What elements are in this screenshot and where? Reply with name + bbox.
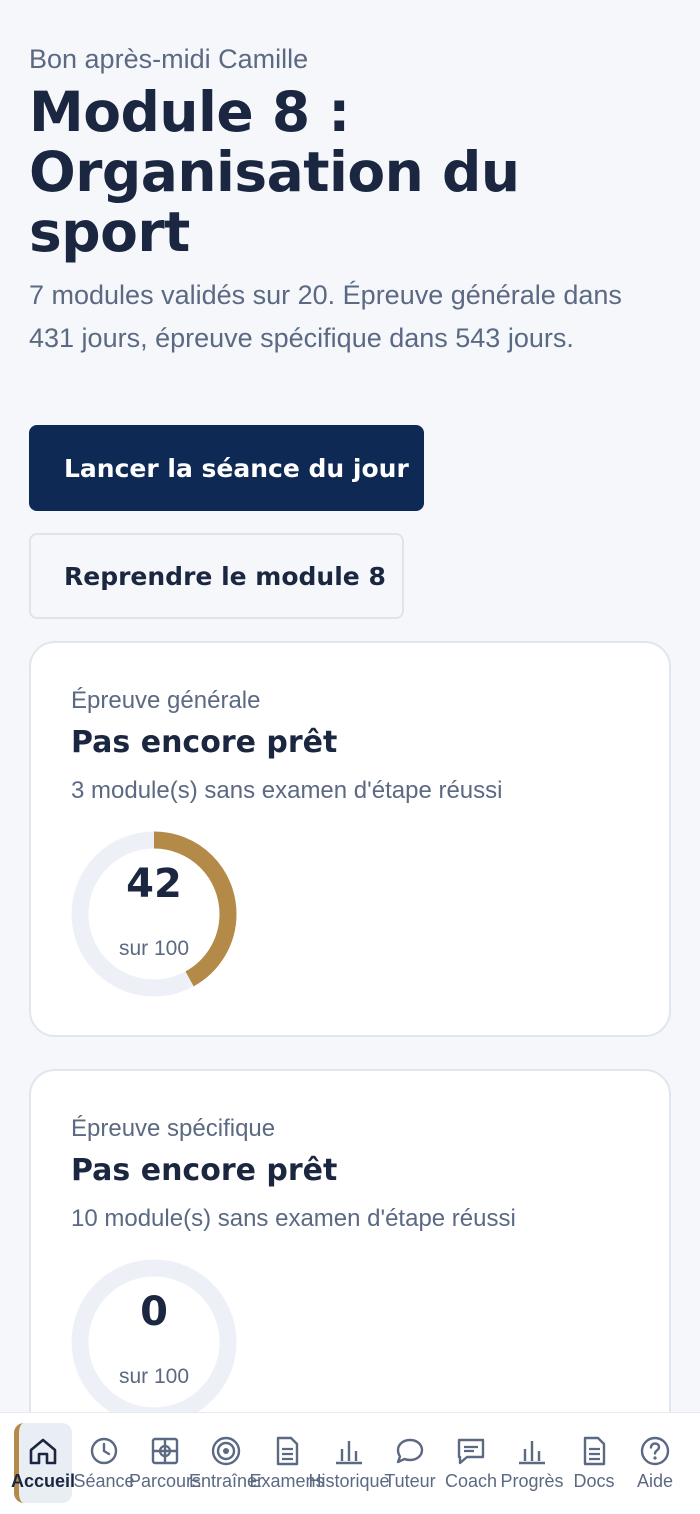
card-status: Pas encore prêt <box>71 725 338 760</box>
nav-item-seance[interactable]: Séance <box>73 1431 135 1503</box>
card-note: 10 module(s) sans examen d'étape réussi <box>71 1205 516 1232</box>
score-unit: sur 100 <box>118 1365 190 1388</box>
nav-item-accueil[interactable]: Accueil <box>11 1431 75 1503</box>
score-gauge: 0 sur 100 <box>71 1259 237 1425</box>
message-square-icon <box>457 1438 485 1465</box>
help-icon <box>640 1436 670 1466</box>
target-icon <box>211 1436 241 1466</box>
nav-item-examens[interactable]: Examens <box>249 1431 325 1503</box>
chat-bubble-icon <box>396 1438 424 1464</box>
greeting-text: Bon après-midi Camille <box>29 44 309 74</box>
score-ring <box>71 831 237 997</box>
nav-item-parcours[interactable]: Parcours <box>129 1431 201 1503</box>
clock-icon <box>90 1437 118 1465</box>
score-ring <box>71 1259 237 1425</box>
nav-item-docs[interactable]: Docs <box>563 1431 625 1503</box>
nav-item-aide[interactable]: Aide <box>624 1431 686 1503</box>
nav-item-progres[interactable]: Progrès <box>500 1431 564 1503</box>
bottom-navigation: Accueil Séance Parcours Entraîner Examen… <box>0 1412 700 1514</box>
start-daily-session-button[interactable]: Lancer la séance du jour <box>29 425 424 511</box>
page-title: Module 8 : Organisation du sport <box>29 80 520 264</box>
progress-summary: 7 modules validés sur 20. Épreuve généra… <box>29 280 622 353</box>
resume-module-button[interactable]: Reprendre le module 8 <box>29 533 404 619</box>
bar-chart-icon <box>336 1441 362 1465</box>
score-value: 0 <box>140 1289 168 1335</box>
score-unit: sur 100 <box>118 937 190 960</box>
map-grid-icon <box>151 1437 179 1465</box>
score-gauge: 42 sur 100 <box>71 831 237 997</box>
nav-item-tuteur[interactable]: Tuteur <box>379 1431 441 1503</box>
card-status: Pas encore prêt <box>71 1153 338 1188</box>
nav-item-historique[interactable]: Historique <box>308 1431 390 1503</box>
card-label: Épreuve spécifique <box>71 1115 276 1142</box>
nav-item-coach[interactable]: Coach <box>440 1431 502 1503</box>
document-icon <box>276 1436 299 1466</box>
document-icon <box>583 1436 606 1466</box>
home-icon <box>29 1438 57 1465</box>
score-value: 42 <box>126 861 182 907</box>
nav-item-entrainer[interactable]: Entraîner <box>189 1431 263 1503</box>
readiness-card-general: Épreuve générale Pas encore prêt 3 modul… <box>29 641 671 1037</box>
card-label: Épreuve générale <box>71 687 261 714</box>
nav-label: Aide <box>636 1471 674 1491</box>
card-note: 3 module(s) sans examen d'étape réussi <box>71 777 503 804</box>
bar-chart-icon <box>519 1441 545 1465</box>
dashboard-page: Bon après-midi Camille Module 8 : Organi… <box>0 0 700 1514</box>
